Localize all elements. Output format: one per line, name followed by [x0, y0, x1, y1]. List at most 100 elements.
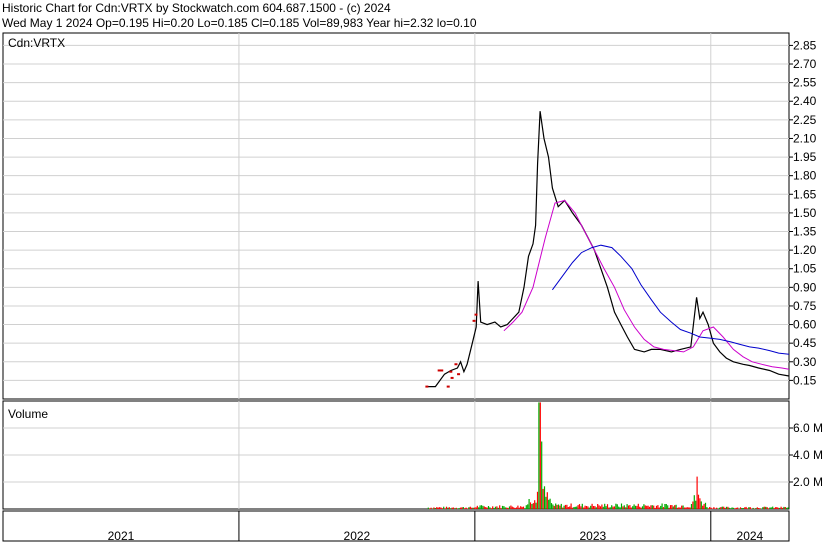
volume-bar	[483, 506, 485, 509]
volume-bar	[552, 504, 554, 509]
volume-bar	[553, 505, 555, 509]
volume-bar	[706, 507, 708, 509]
volume-bar	[531, 504, 533, 509]
year-label: 2021	[108, 529, 135, 543]
volume-bar	[786, 507, 788, 509]
volume-bar	[447, 507, 449, 509]
volume-bar	[725, 506, 728, 509]
volume-bar	[609, 507, 611, 509]
price-tick-label: 0.15	[793, 373, 817, 387]
volume-bar	[751, 508, 753, 509]
sparse-trade-mark	[450, 376, 454, 379]
volume-bar	[784, 507, 786, 509]
volume-bar	[583, 507, 585, 509]
volume-bar	[577, 505, 579, 509]
volume-bar	[769, 507, 771, 509]
price-tick-label: 1.65	[793, 187, 817, 201]
volume-bar	[500, 508, 502, 509]
volume-bar	[683, 507, 686, 509]
volume-bar	[464, 508, 466, 509]
volume-bar	[676, 507, 679, 509]
volume-bar	[734, 508, 736, 509]
volume-bar	[753, 508, 756, 509]
volume-bar	[640, 507, 642, 509]
price-tick-label: 2.40	[793, 94, 817, 108]
volume-bar	[620, 503, 623, 509]
year-label: 2022	[344, 529, 371, 543]
volume-bar	[699, 498, 701, 509]
price-tick-label: 2.55	[793, 76, 817, 90]
volume-bar	[665, 504, 667, 509]
volume-bar	[497, 507, 499, 509]
volume-bar	[594, 506, 596, 509]
sparse-trade-mark	[474, 313, 478, 316]
volume-bar	[451, 507, 453, 509]
volume-bar	[752, 507, 754, 509]
volume-bar	[650, 505, 652, 509]
volume-bar	[695, 500, 697, 509]
price-tick-label: 0.60	[793, 318, 817, 332]
volume-bar	[682, 505, 684, 509]
volume-bar	[748, 507, 750, 509]
volume-bar	[672, 506, 674, 509]
volume-bar	[657, 505, 659, 509]
sparse-trade-mark	[472, 319, 476, 322]
volume-bar	[543, 486, 546, 509]
volume-bar	[602, 506, 604, 509]
volume-bar	[629, 505, 631, 509]
volume-bar	[608, 507, 610, 509]
volume-bar	[496, 506, 498, 509]
volume-bar	[514, 508, 516, 509]
volume-bar	[590, 505, 592, 509]
volume-bar	[517, 505, 519, 509]
volume-bar	[697, 494, 700, 509]
volume-bar	[550, 503, 553, 509]
volume-bar	[685, 507, 687, 509]
volume-bar	[522, 506, 525, 509]
volume-bar	[507, 507, 509, 509]
volume-bar	[703, 503, 705, 509]
volume-bar	[492, 506, 494, 509]
volume-bar	[746, 508, 749, 509]
sparse-trade-mark	[440, 369, 444, 372]
volume-bar	[606, 504, 609, 509]
volume-bar	[556, 504, 558, 509]
volume-bar	[578, 504, 581, 509]
volume-bar	[679, 507, 681, 509]
sparse-trade-mark	[454, 363, 458, 366]
year-label: 2024	[737, 529, 764, 543]
volume-bar	[462, 507, 464, 509]
volume-bar	[727, 506, 729, 509]
volume-bar	[539, 402, 541, 509]
volume-bar	[711, 508, 714, 509]
year-label: 2023	[579, 529, 606, 543]
volume-bar	[433, 507, 435, 509]
volume-bar	[560, 503, 562, 509]
volume-bar	[429, 508, 431, 509]
volume-bar	[503, 506, 505, 509]
volume-bar	[681, 505, 683, 509]
volume-bar	[459, 507, 462, 509]
volume-bar	[525, 505, 527, 509]
volume-bar	[604, 503, 606, 509]
volume-bar	[644, 505, 646, 509]
volume-bar	[457, 508, 459, 509]
volume-bar	[476, 505, 478, 509]
volume-bar	[787, 507, 789, 509]
volume-bar	[569, 506, 571, 509]
volume-bar	[549, 498, 551, 509]
volume-bar	[710, 507, 712, 509]
sparse-trade-mark	[437, 369, 441, 372]
volume-label: Volume	[8, 407, 48, 421]
volume-bar	[625, 507, 627, 509]
volume-bar	[546, 492, 548, 509]
price-panel-frame	[2, 32, 790, 400]
volume-bar	[536, 491, 539, 509]
volume-bar	[532, 503, 534, 509]
volume-bar	[636, 505, 638, 509]
volume-bar	[702, 505, 704, 509]
volume-bar	[678, 507, 680, 509]
volume-bar	[767, 508, 770, 509]
volume-bar	[454, 508, 456, 509]
volume-bar	[448, 507, 450, 509]
